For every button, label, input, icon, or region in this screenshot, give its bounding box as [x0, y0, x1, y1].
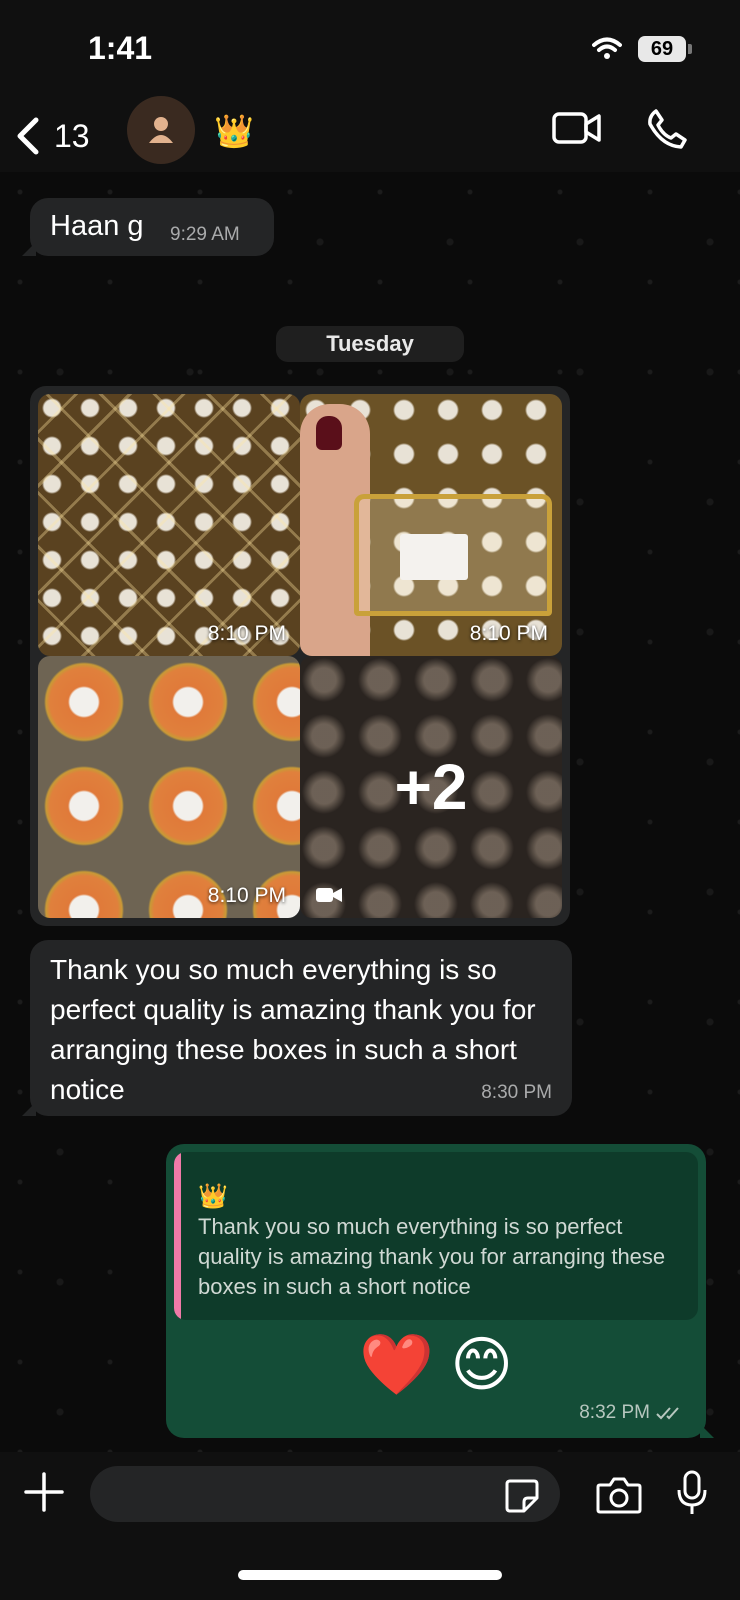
message-input[interactable] — [90, 1466, 560, 1522]
more-media-tile[interactable]: +2 — [300, 656, 562, 918]
chat-header: 13 👑 — [0, 96, 740, 172]
photo-thumbnail[interactable]: 8:10 PM — [300, 394, 562, 656]
camera-icon[interactable] — [596, 1476, 642, 1514]
sticker-icon[interactable] — [504, 1478, 540, 1514]
photo-album-message: 8:10 PM 8:10 PM 8:10 PM +2 — [30, 386, 570, 926]
quoted-message[interactable]: 👑 Thank you so much everything is so per… — [174, 1152, 698, 1320]
contact-name[interactable]: 👑 — [214, 112, 254, 150]
battery-indicator: 69 — [638, 36, 686, 62]
photo-time: 8:10 PM — [207, 884, 286, 907]
person-icon — [149, 117, 173, 143]
status-bar: 1:41 69 — [0, 0, 740, 100]
chevron-left-icon — [17, 117, 39, 155]
photo-time: 8:10 PM — [469, 622, 548, 645]
quote-author: 👑 — [198, 1183, 228, 1210]
photo-thumbnail[interactable]: 8:10 PM — [38, 394, 300, 656]
status-time: 1:41 — [88, 30, 153, 66]
video-call-icon[interactable] — [552, 110, 602, 146]
message-time: 8:30 PM — [481, 1082, 552, 1103]
unread-count: 13 — [54, 117, 90, 154]
photo-detail-card — [400, 534, 468, 580]
message-composer — [0, 1452, 740, 1600]
more-media-count: +2 — [394, 751, 468, 823]
bubble-tail — [22, 1102, 36, 1116]
message-time: 9:29 AM — [170, 224, 240, 245]
video-icon — [316, 888, 342, 902]
photo-time: 8:10 PM — [207, 622, 286, 645]
back-button[interactable]: 13 — [14, 108, 90, 164]
bubble-tail — [22, 242, 36, 256]
message-time: 8:32 PM — [579, 1402, 650, 1423]
microphone-icon[interactable] — [676, 1470, 708, 1516]
incoming-message[interactable]: Haan g 9:29 AM — [22, 198, 274, 256]
message-text: Haan g — [50, 210, 144, 242]
battery-level: 69 — [650, 37, 674, 60]
photo-detail-nail — [316, 416, 342, 450]
quote-accent-bar — [174, 1152, 181, 1320]
incoming-message[interactable]: Thank you so much everything is so perfe… — [22, 940, 572, 1116]
bubble-tail — [700, 1424, 714, 1438]
date-separator: Tuesday — [276, 326, 464, 362]
battery-cap — [688, 44, 692, 54]
message-status: 8:32 PM — [579, 1402, 684, 1424]
phone-icon[interactable] — [646, 108, 688, 150]
outgoing-message[interactable]: 👑 Thank you so much everything is so per… — [166, 1144, 714, 1438]
avatar[interactable] — [127, 96, 195, 164]
emoji-message: ❤️ 😊 — [359, 1331, 513, 1398]
double-check-icon — [656, 1407, 679, 1420]
quote-text: Thank you so much everything is so perfe… — [198, 1214, 666, 1299]
wifi-icon — [592, 37, 622, 59]
photo-thumbnail[interactable]: 8:10 PM — [38, 656, 300, 918]
plus-icon[interactable] — [24, 1472, 64, 1512]
home-indicator — [238, 1570, 502, 1580]
